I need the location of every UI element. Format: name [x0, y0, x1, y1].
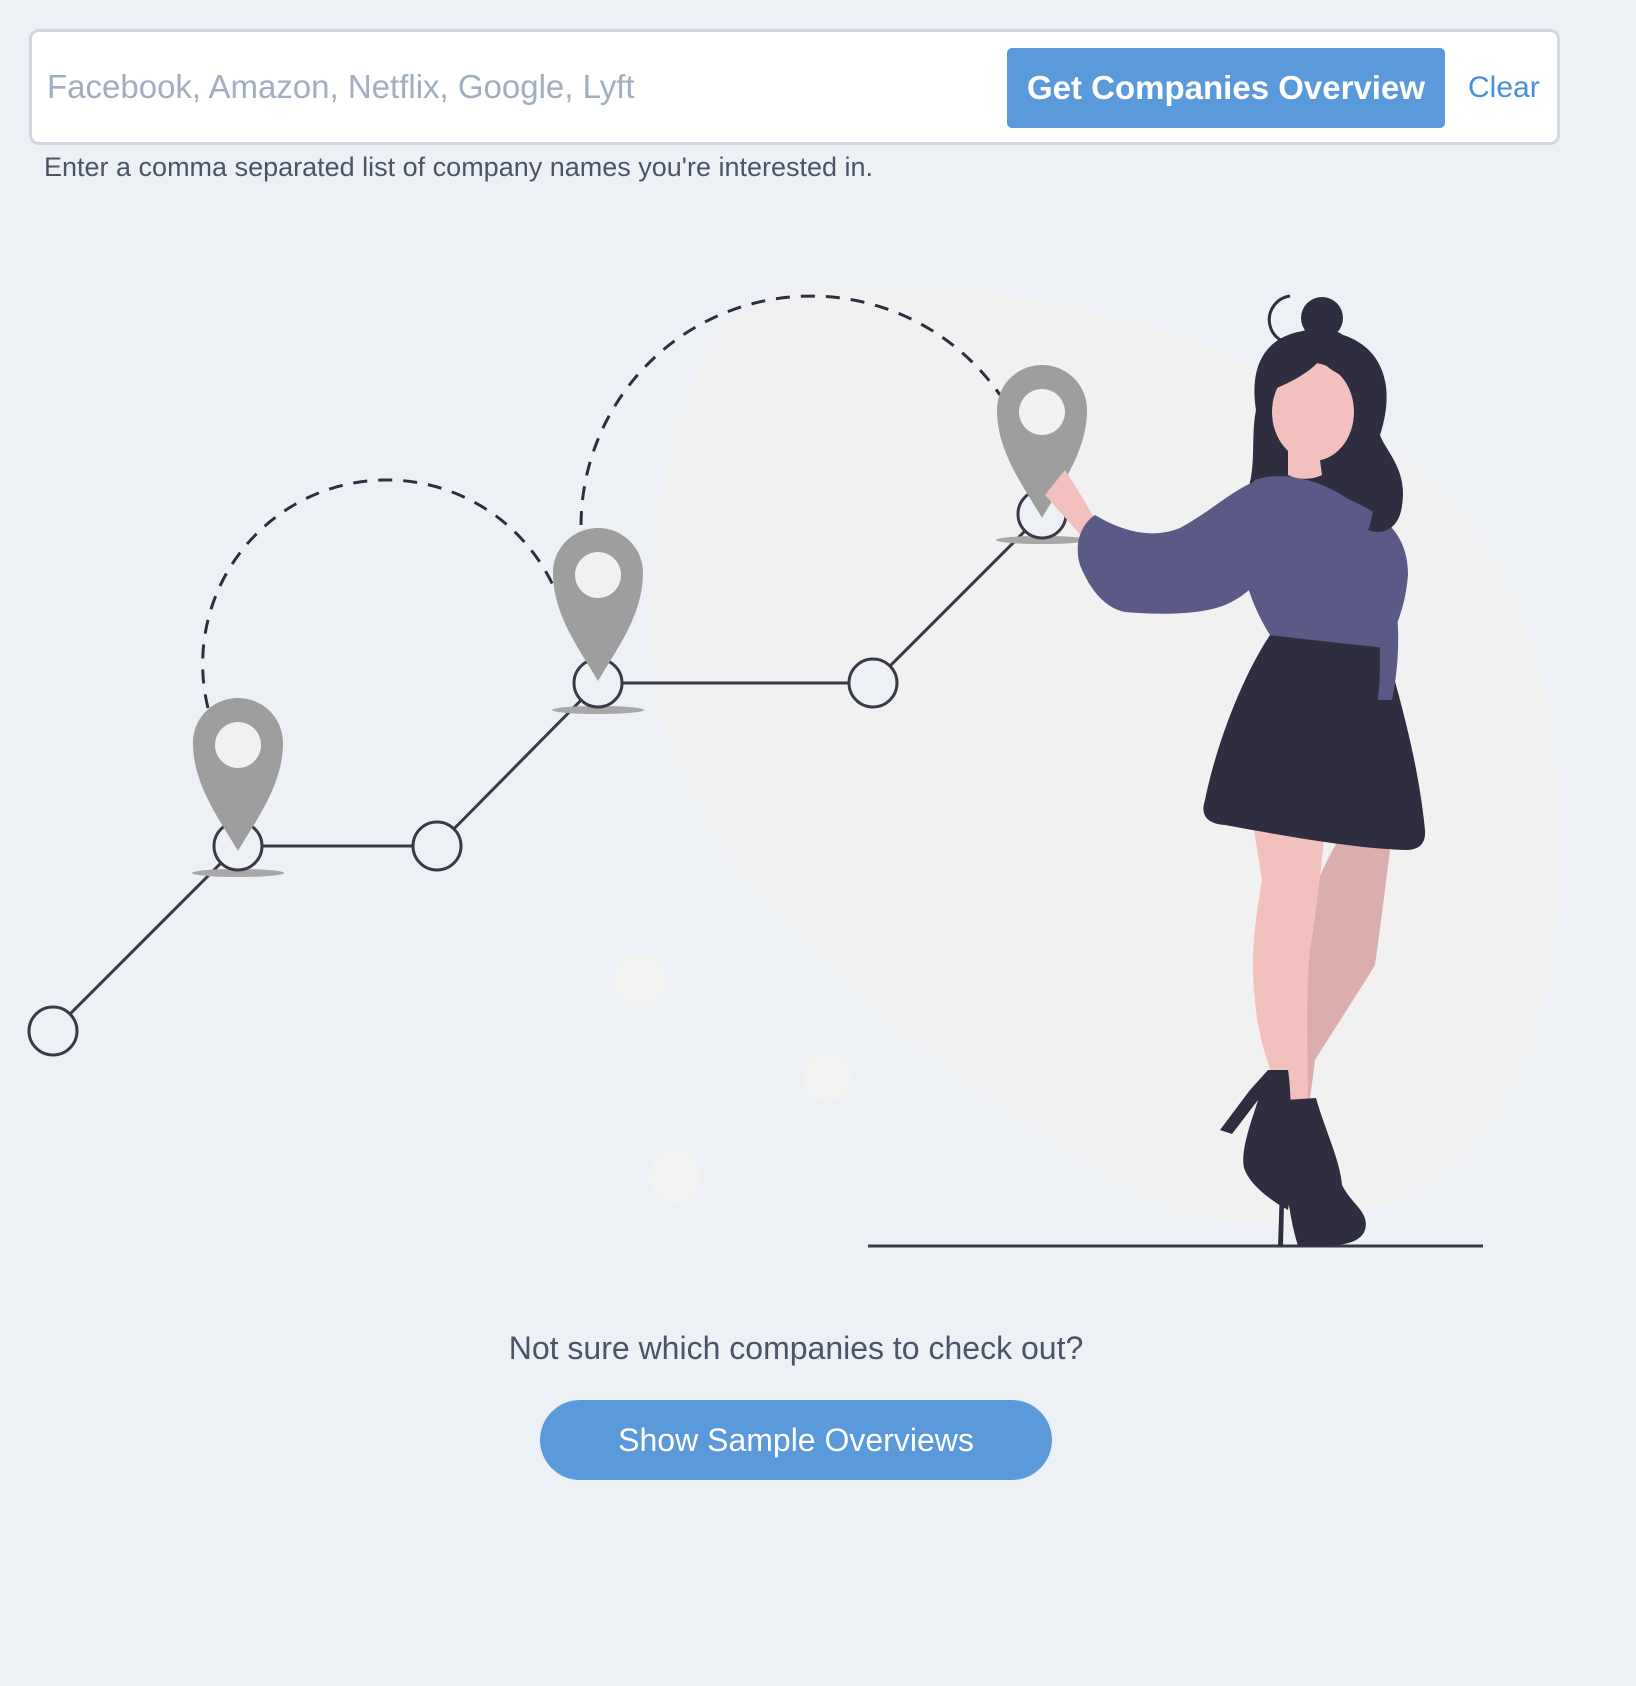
background-dot: [614, 954, 666, 1006]
get-companies-overview-button[interactable]: Get Companies Overview: [1007, 48, 1445, 128]
background-blob: [648, 286, 1563, 1227]
pin-shadow: [552, 706, 644, 714]
pin-shadow: [192, 869, 284, 877]
search-hint: Enter a comma separated list of company …: [44, 152, 874, 182]
location-pin-icon: [997, 365, 1087, 518]
path-node: [572, 657, 624, 709]
background-dot: [649, 1151, 701, 1203]
location-pin-icon: [193, 698, 283, 851]
clear-link[interactable]: Clear: [1468, 48, 1540, 128]
journey-path: [51, 512, 1044, 1033]
path-node: [847, 657, 899, 709]
company-search-bar: Get Companies Overview Clear: [29, 29, 1560, 145]
location-pin-icon: [553, 528, 643, 681]
show-sample-overviews-button[interactable]: Show Sample Overviews: [540, 1400, 1052, 1480]
path-node: [411, 820, 463, 872]
path-node: [1016, 488, 1068, 540]
sample-prompt: Not sure which companies to check out?: [508, 1330, 1084, 1366]
woman-figure: [1045, 294, 1426, 1246]
background-dot: [803, 1054, 851, 1102]
pin-shadow: [996, 536, 1088, 544]
path-node: [27, 1005, 79, 1057]
path-node: [212, 820, 264, 872]
company-names-input[interactable]: [47, 52, 1007, 122]
dashed-arc: [579, 294, 1002, 526]
dashed-arc: [201, 478, 558, 709]
